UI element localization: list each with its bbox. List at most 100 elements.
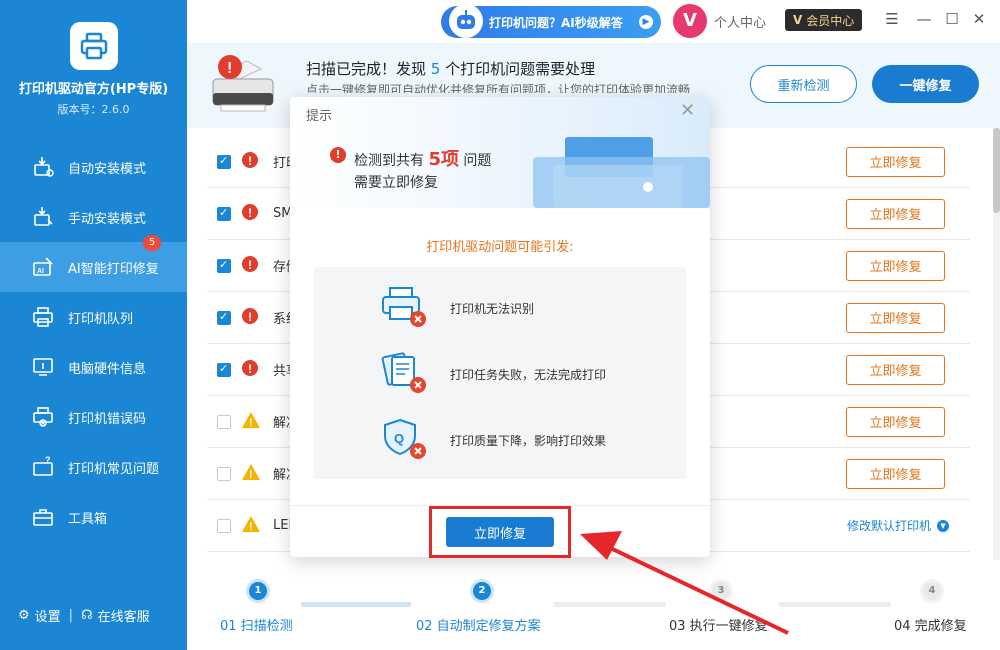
sidebar-item-label: AI智能打印修复 [68, 261, 159, 277]
cause-text: 打印机无法识别 [450, 302, 535, 316]
step-connector [779, 602, 891, 607]
svg-text:!: ! [248, 206, 252, 220]
svg-text:!: ! [248, 154, 252, 168]
row-checkbox[interactable] [217, 518, 231, 533]
svg-text:?: ? [45, 455, 51, 465]
scan-result-description: 点击一键修复即可自动优化并修复所有问题项，让您的打印体验更加流畅 [306, 83, 691, 93]
scroll-thumb[interactable] [993, 128, 1000, 213]
step-4-label: 04 完成修复 [894, 619, 967, 634]
sidebar-item-hardware-info[interactable]: 电脑硬件信息 [0, 342, 187, 392]
app-title: 打印机驱动官方(HP专版) [18, 82, 169, 97]
minimize-icon[interactable]: — [915, 10, 933, 28]
sidebar-item-error-code[interactable]: 打印机错误码 [0, 392, 187, 442]
settings-link[interactable]: 设置 [35, 606, 61, 625]
toolbox-icon [30, 504, 56, 530]
svg-text:!: ! [249, 417, 253, 429]
printer-error-icon [382, 287, 426, 327]
app-version: 版本号：2.6.0 [57, 103, 130, 116]
error-icon: ! [241, 307, 259, 329]
svg-text:!: ! [249, 521, 253, 533]
fix-now-button[interactable]: 立即修复 [846, 458, 945, 489]
close-icon[interactable]: ✕ [680, 100, 695, 121]
title-bar: 打印机问题？AI秒级解答 ▶ V 个人中心 V 会员中心 ☰ — ☐ ✕ [187, 0, 1000, 43]
app-logo [70, 22, 118, 70]
sidebar-item-printer-queue[interactable]: 打印机队列 [0, 292, 187, 342]
sidebar-item-label: 电脑硬件信息 [68, 361, 147, 377]
problem-count: 5项 [428, 149, 459, 170]
change-default-printer-link[interactable]: 修改默认打印机 ▼ [847, 517, 950, 534]
fix-now-button[interactable]: 立即修复 [846, 146, 945, 177]
step-1-label: 01 扫描检测 [220, 619, 293, 634]
step-connector [301, 602, 411, 607]
sidebar-item-ai-repair[interactable]: AI AI智能打印修复 5 [0, 235, 187, 292]
personal-center-link[interactable]: 个人中心 [714, 12, 766, 31]
step-2-indicator: 2 [473, 582, 491, 600]
support-link[interactable]: 在线客服 [98, 606, 150, 625]
sidebar-item-toolbox[interactable]: 工具箱 [0, 492, 187, 542]
fix-now-button[interactable]: 立即修复 [846, 198, 945, 229]
step-3-indicator: 3 [712, 582, 730, 600]
dialog-headline: 检测到共有 5项 问题 [354, 149, 492, 170]
sidebar-item-label: 手动安装模式 [68, 211, 147, 227]
step-2-label: 02 自动制定修复方案 [416, 619, 541, 634]
row-checkbox[interactable] [217, 154, 231, 169]
step-4-indicator: 4 [923, 582, 941, 600]
sidebar-nav: 自动安装模式 手动安装模式 AI AI智能打印修复 5 打印机队列 电脑硬件信息… [0, 142, 187, 542]
row-checkbox[interactable] [217, 310, 231, 325]
scrollbar[interactable] [993, 128, 1000, 560]
row-checkbox[interactable] [217, 362, 231, 377]
error-icon: ! [241, 255, 259, 277]
sidebar-item-label: 自动安装模式 [68, 161, 147, 177]
svg-text:!: ! [227, 60, 232, 77]
row-checkbox[interactable] [217, 258, 231, 273]
maximize-icon[interactable]: ☐ [943, 10, 961, 28]
recheck-button[interactable]: 重新检测 [750, 65, 857, 103]
cause-item: 打印任务失败，无法完成打印 [381, 351, 686, 401]
svg-text:!: ! [248, 362, 252, 376]
sidebar-item-label: 工具箱 [68, 511, 108, 527]
ai-repair-icon: AI [30, 254, 56, 280]
row-checkbox[interactable] [217, 414, 231, 429]
headset-icon[interactable]: ☊ [81, 608, 93, 623]
svg-text:!: ! [248, 310, 252, 324]
settings-icon[interactable]: ⚙ [18, 608, 30, 623]
footer-separator: | [68, 608, 74, 623]
robot-icon [449, 4, 483, 38]
quality-shield-icon: Q [384, 418, 426, 459]
sidebar-item-faq[interactable]: ? 打印机常见问题 [0, 442, 187, 492]
vip-logo[interactable]: V [673, 4, 707, 38]
fix-now-button[interactable]: 立即修复 [846, 250, 945, 281]
fix-now-button[interactable]: 立即修复 [846, 406, 945, 437]
sidebar-item-label: 打印机队列 [68, 311, 134, 327]
sidebar: 打印机驱动官方(HP专版) 版本号：2.6.0 自动安装模式 手动安装模式 AI… [0, 0, 187, 650]
svg-text:!: ! [248, 258, 252, 272]
error-code-icon [30, 404, 56, 430]
error-icon: ! [241, 203, 259, 225]
svg-text:AI: AI [37, 268, 44, 275]
sidebar-item-auto-install[interactable]: 自动安装模式 [0, 142, 187, 192]
svg-text:!: ! [249, 469, 253, 481]
step-3-label: 03 执行一键修复 [669, 619, 768, 634]
warning-icon: ! [241, 515, 261, 537]
ai-assistant-button[interactable]: 打印机问题？AI秒级解答 ▶ [441, 4, 661, 38]
member-center-label: 会员中心 [806, 13, 855, 28]
row-checkbox[interactable] [217, 466, 231, 481]
error-icon: ! [241, 151, 259, 173]
printer-logo-icon [80, 32, 108, 60]
warning-icon: ! [241, 463, 261, 485]
printer-warning-icon: ! [203, 49, 283, 123]
chevron-down-icon: ▼ [937, 519, 950, 532]
annotation-highlight-box [429, 506, 571, 558]
member-center-button[interactable]: V 会员中心 [785, 9, 863, 31]
row-checkbox[interactable] [217, 206, 231, 221]
fix-all-button[interactable]: 一键修复 [872, 65, 979, 103]
close-icon[interactable]: ✕ [970, 10, 988, 28]
cause-text: 打印质量下降，影响打印效果 [450, 434, 607, 448]
possible-causes-panel: 打印机无法识别 打印任务失败，无法完成打印 Q 打印质量下降，影响打印效果 [314, 267, 686, 479]
sidebar-item-manual-install[interactable]: 手动安装模式 [0, 192, 187, 242]
arrow-right-icon: ▶ [639, 15, 653, 29]
warning-icon: ! [241, 411, 261, 433]
fix-now-button[interactable]: 立即修复 [846, 354, 945, 385]
fix-now-button[interactable]: 立即修复 [846, 302, 945, 333]
menu-icon[interactable]: ☰ [883, 10, 901, 28]
